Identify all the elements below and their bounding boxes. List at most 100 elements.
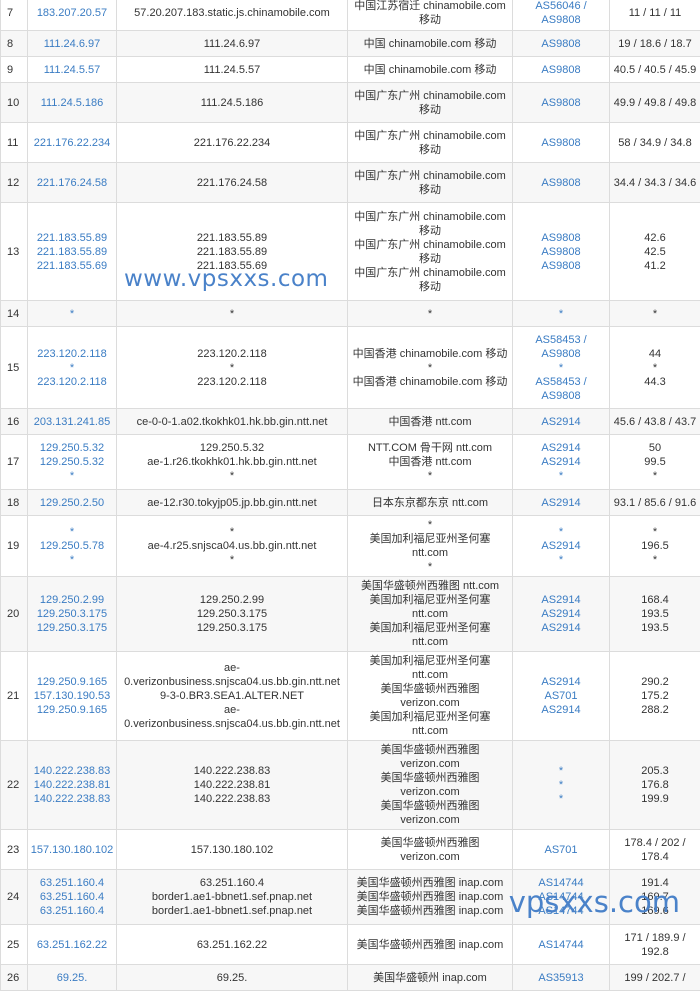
- hostname-line: 111.24.5.57: [119, 63, 345, 77]
- asn-line[interactable]: *: [515, 361, 607, 375]
- asn-line[interactable]: *: [515, 525, 607, 539]
- asn-line[interactable]: AS9808: [515, 37, 607, 51]
- asn-line[interactable]: AS9808: [515, 136, 607, 150]
- ip-line[interactable]: 63.251.160.4: [30, 876, 114, 890]
- ip-line[interactable]: 157.130.180.102: [30, 843, 114, 857]
- ip-line[interactable]: *: [30, 307, 114, 321]
- hostname-line: *: [119, 553, 345, 567]
- asn-line[interactable]: AS2914: [515, 415, 607, 429]
- latency-line: 49.9 / 49.8 / 49.8: [612, 96, 698, 110]
- ip-line[interactable]: 221.176.22.234: [30, 136, 114, 150]
- asn-line[interactable]: AS9808: [515, 13, 607, 27]
- ip-line[interactable]: 223.120.2.118: [30, 347, 114, 361]
- asn-line[interactable]: AS701: [515, 689, 607, 703]
- traceroute-table: 7183.207.20.5757.20.207.183.static.js.ch…: [0, 0, 700, 991]
- location-line: *: [350, 361, 510, 375]
- asn-line[interactable]: AS2914: [515, 441, 607, 455]
- ip-line[interactable]: 111.24.5.57: [30, 63, 114, 77]
- asn-line[interactable]: *: [515, 553, 607, 567]
- ip-line[interactable]: 140.222.238.83: [30, 764, 114, 778]
- asn-line[interactable]: AS14744: [515, 938, 607, 952]
- ip-line[interactable]: 63.251.162.22: [30, 938, 114, 952]
- ip-line[interactable]: 183.207.20.57: [30, 6, 114, 20]
- asn-line[interactable]: AS35913: [515, 971, 607, 985]
- asn-line[interactable]: AS2914: [515, 607, 607, 621]
- latency-cell: 168.4193.5193.5: [610, 577, 700, 652]
- asn-cell: AS14744: [513, 925, 610, 965]
- asn-line[interactable]: AS14744: [515, 876, 607, 890]
- asn-line[interactable]: *: [515, 792, 607, 806]
- asn-line[interactable]: AS14744: [515, 904, 607, 918]
- location-cell: 美国加利福尼亚州圣何塞 ntt.com美国华盛顿州西雅图 verizon.com…: [348, 652, 513, 741]
- latency-cell: 93.1 / 85.6 / 91.6: [610, 490, 700, 516]
- ip-line[interactable]: 63.251.160.4: [30, 890, 114, 904]
- ip-line[interactable]: 221.176.24.58: [30, 176, 114, 190]
- asn-line[interactable]: AS56046 /: [515, 0, 607, 13]
- ip-line[interactable]: *: [30, 553, 114, 567]
- ip-line[interactable]: 221.183.55.89: [30, 245, 114, 259]
- ip-line[interactable]: 221.183.55.69: [30, 259, 114, 273]
- asn-line[interactable]: AS9808: [515, 245, 607, 259]
- asn-line[interactable]: AS2914: [515, 496, 607, 510]
- latency-cell: 19 / 18.6 / 18.7: [610, 31, 700, 57]
- asn-line[interactable]: AS9808: [515, 389, 607, 403]
- asn-line[interactable]: AS58453 /: [515, 333, 607, 347]
- ip-line[interactable]: 63.251.160.4: [30, 904, 114, 918]
- asn-line[interactable]: AS14744: [515, 890, 607, 904]
- latency-line: 40.5 / 40.5 / 45.9: [612, 63, 698, 77]
- ip-line[interactable]: 140.222.238.81: [30, 778, 114, 792]
- ip-line[interactable]: 203.131.241.85: [30, 415, 114, 429]
- asn-line[interactable]: AS58453 /: [515, 375, 607, 389]
- asn-line[interactable]: AS9808: [515, 96, 607, 110]
- ip-line[interactable]: *: [30, 361, 114, 375]
- ip-line[interactable]: 157.130.190.53: [30, 689, 114, 703]
- asn-line[interactable]: AS2914: [515, 539, 607, 553]
- ip-line[interactable]: 129.250.5.32: [30, 455, 114, 469]
- ip-line[interactable]: 129.250.5.32: [30, 441, 114, 455]
- ip-line[interactable]: 129.250.5.78: [30, 539, 114, 553]
- ip-cell: 111.24.6.97: [28, 31, 117, 57]
- hostname-line: 140.222.238.83: [119, 792, 345, 806]
- location-line: 美国华盛顿州西雅图 ntt.com: [350, 579, 510, 593]
- asn-line[interactable]: AS9808: [515, 176, 607, 190]
- location-line: 中国广东广州 chinamobile.com: [350, 169, 510, 183]
- ip-cell: 111.24.5.186: [28, 83, 117, 123]
- asn-line[interactable]: *: [515, 469, 607, 483]
- ip-line[interactable]: 111.24.6.97: [30, 37, 114, 51]
- asn-line[interactable]: AS9808: [515, 231, 607, 245]
- ip-line[interactable]: 221.183.55.89: [30, 231, 114, 245]
- asn-line[interactable]: AS2914: [515, 455, 607, 469]
- asn-line[interactable]: *: [515, 764, 607, 778]
- location-line: *: [350, 307, 510, 321]
- ip-line[interactable]: 129.250.9.165: [30, 703, 114, 717]
- ip-line[interactable]: *: [30, 469, 114, 483]
- asn-line[interactable]: AS701: [515, 843, 607, 857]
- asn-line[interactable]: *: [515, 307, 607, 321]
- hostname-cell: 111.24.5.57: [117, 57, 348, 83]
- asn-line[interactable]: *: [515, 778, 607, 792]
- ip-line[interactable]: 223.120.2.118: [30, 375, 114, 389]
- asn-line[interactable]: AS9808: [515, 259, 607, 273]
- location-cell: 美国华盛顿州西雅图 verizon.com美国华盛顿州西雅图 verizon.c…: [348, 741, 513, 830]
- location-cell: 日本东京都东京 ntt.com: [348, 490, 513, 516]
- ip-line[interactable]: 129.250.2.99: [30, 593, 114, 607]
- ip-line[interactable]: 129.250.3.175: [30, 607, 114, 621]
- asn-line[interactable]: AS2914: [515, 593, 607, 607]
- ip-line[interactable]: 111.24.5.186: [30, 96, 114, 110]
- asn-line[interactable]: AS2914: [515, 621, 607, 635]
- asn-line[interactable]: AS2914: [515, 703, 607, 717]
- asn-line[interactable]: AS2914: [515, 675, 607, 689]
- ip-line[interactable]: 69.25.: [30, 971, 114, 985]
- location-line: 美国华盛顿州西雅图 inap.com: [350, 876, 510, 890]
- table-row: 20129.250.2.99129.250.3.175129.250.3.175…: [1, 577, 700, 652]
- ip-line[interactable]: *: [30, 525, 114, 539]
- ip-line[interactable]: 129.250.3.175: [30, 621, 114, 635]
- asn-line[interactable]: AS9808: [515, 347, 607, 361]
- latency-cell: 205.3176.8199.9: [610, 741, 700, 830]
- hostname-cell: 140.222.238.83140.222.238.81140.222.238.…: [117, 741, 348, 830]
- ip-line[interactable]: 129.250.2.50: [30, 496, 114, 510]
- ip-line[interactable]: 129.250.9.165: [30, 675, 114, 689]
- ip-line[interactable]: 140.222.238.83: [30, 792, 114, 806]
- asn-line[interactable]: AS9808: [515, 63, 607, 77]
- latency-line: 11 / 11 / 11: [612, 6, 698, 20]
